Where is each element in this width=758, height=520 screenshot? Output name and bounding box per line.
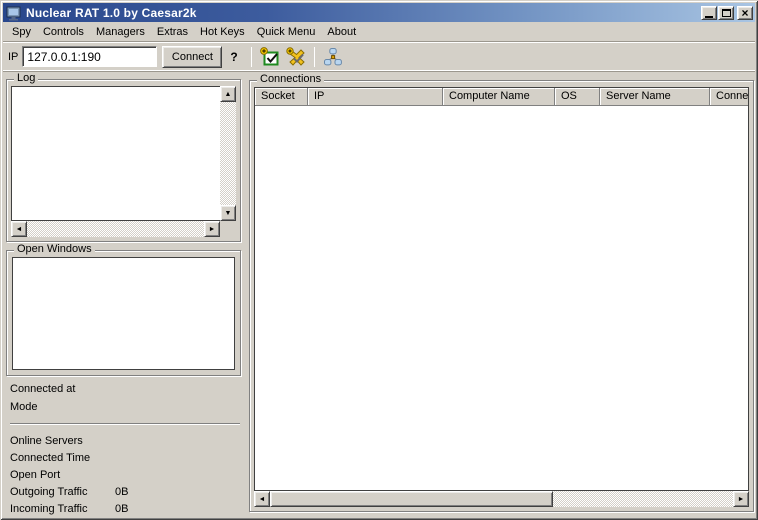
scroll-right-icon[interactable]: ► — [733, 491, 749, 507]
scroll-left-icon[interactable]: ◄ — [11, 221, 27, 237]
scrollbar-thumb[interactable] — [270, 491, 553, 507]
app-window: Nuclear RAT 1.0 by Caesar2k × Spy Contro… — [0, 0, 758, 520]
menu-item-quick-menu[interactable]: Quick Menu — [251, 24, 322, 40]
status-area: Connected at Mode Online Servers Connect… — [10, 380, 240, 518]
open-windows-list[interactable] — [12, 257, 235, 370]
app-monitor-icon[interactable] — [6, 5, 22, 21]
connected-at-label: Connected at — [10, 380, 240, 398]
outgoing-traffic-value: 0B — [115, 484, 128, 501]
build-server-icon[interactable] — [286, 47, 306, 67]
log-list[interactable] — [11, 86, 220, 221]
minimize-icon — [705, 16, 713, 18]
column-header-ip[interactable]: IP — [308, 88, 443, 106]
window-title: Nuclear RAT 1.0 by Caesar2k — [26, 6, 701, 20]
add-server-check-icon[interactable] — [260, 47, 280, 67]
menu-item-managers[interactable]: Managers — [90, 24, 151, 40]
scroll-down-icon[interactable]: ▼ — [220, 205, 236, 221]
window-controls: × — [701, 6, 753, 20]
close-icon: × — [741, 8, 748, 18]
log-grid: ▲ ▼ ◄ ► — [11, 86, 236, 237]
help-button[interactable]: ? — [230, 50, 237, 64]
connections-group: Connections Socket IP Computer Name OS S… — [249, 80, 754, 512]
mode-label: Mode — [10, 398, 240, 416]
connections-wrap: Socket IP Computer Name OS Server Name C… — [254, 87, 749, 507]
toolbar-separator — [251, 47, 252, 67]
ip-label: IP — [8, 51, 18, 63]
minimize-button[interactable] — [701, 6, 717, 20]
log-group: Log ▲ ▼ ◄ ► — [6, 79, 241, 242]
scroll-track[interactable] — [27, 221, 204, 237]
connections-horizontal-scrollbar[interactable]: ◄ ► — [254, 491, 749, 507]
menu-item-about[interactable]: About — [321, 24, 362, 40]
maximize-button[interactable] — [718, 6, 734, 20]
scroll-left-icon[interactable]: ◄ — [254, 491, 270, 507]
scrollbar-corner — [220, 221, 236, 237]
column-header-computer-name[interactable]: Computer Name — [443, 88, 555, 106]
open-windows-group: Open Windows — [6, 250, 241, 376]
maximize-icon — [722, 9, 731, 17]
connections-list[interactable]: Socket IP Computer Name OS Server Name C… — [254, 87, 749, 491]
log-horizontal-scrollbar[interactable]: ◄ ► — [11, 221, 220, 237]
menu-item-spy[interactable]: Spy — [6, 24, 37, 40]
column-header-server-name[interactable]: Server Name — [600, 88, 710, 106]
incoming-traffic-label: Incoming Traffic — [10, 501, 115, 518]
menu-item-extras[interactable]: Extras — [151, 24, 194, 40]
outgoing-traffic-row: Outgoing Traffic 0B — [10, 484, 240, 501]
incoming-traffic-value: 0B — [115, 501, 128, 518]
menu-bar: Spy Controls Managers Extras Hot Keys Qu… — [3, 22, 755, 41]
network-topology-icon[interactable] — [323, 47, 343, 67]
outgoing-traffic-label: Outgoing Traffic — [10, 484, 115, 501]
incoming-traffic-row: Incoming Traffic 0B — [10, 501, 240, 518]
connections-group-label: Connections — [257, 73, 324, 85]
scroll-right-icon[interactable]: ► — [204, 221, 220, 237]
log-group-label: Log — [14, 72, 38, 84]
open-windows-group-label: Open Windows — [14, 243, 95, 255]
connections-header: Socket IP Computer Name OS Server Name C… — [255, 88, 748, 106]
column-header-socket[interactable]: Socket — [255, 88, 308, 106]
toolbar: IP Connect ? — [3, 41, 755, 72]
toolbar-separator — [314, 47, 315, 67]
scroll-track[interactable] — [553, 491, 733, 507]
scroll-up-icon[interactable]: ▲ — [220, 86, 236, 102]
connections-body[interactable] — [255, 106, 748, 490]
open-port-label: Open Port — [10, 467, 240, 484]
menu-item-controls[interactable]: Controls — [37, 24, 90, 40]
column-header-connection[interactable]: Connection — [710, 88, 748, 106]
log-vertical-scrollbar[interactable]: ▲ ▼ — [220, 86, 236, 221]
scroll-track[interactable] — [220, 102, 236, 205]
ip-input[interactable] — [22, 46, 157, 67]
title-bar[interactable]: Nuclear RAT 1.0 by Caesar2k × — [3, 3, 755, 22]
menu-item-hot-keys[interactable]: Hot Keys — [194, 24, 251, 40]
column-header-os[interactable]: OS — [555, 88, 600, 106]
status-separator — [10, 423, 240, 425]
connected-time-label: Connected Time — [10, 450, 240, 467]
online-servers-label: Online Servers — [10, 433, 240, 450]
close-button[interactable]: × — [737, 6, 753, 20]
connect-button[interactable]: Connect — [162, 46, 222, 68]
